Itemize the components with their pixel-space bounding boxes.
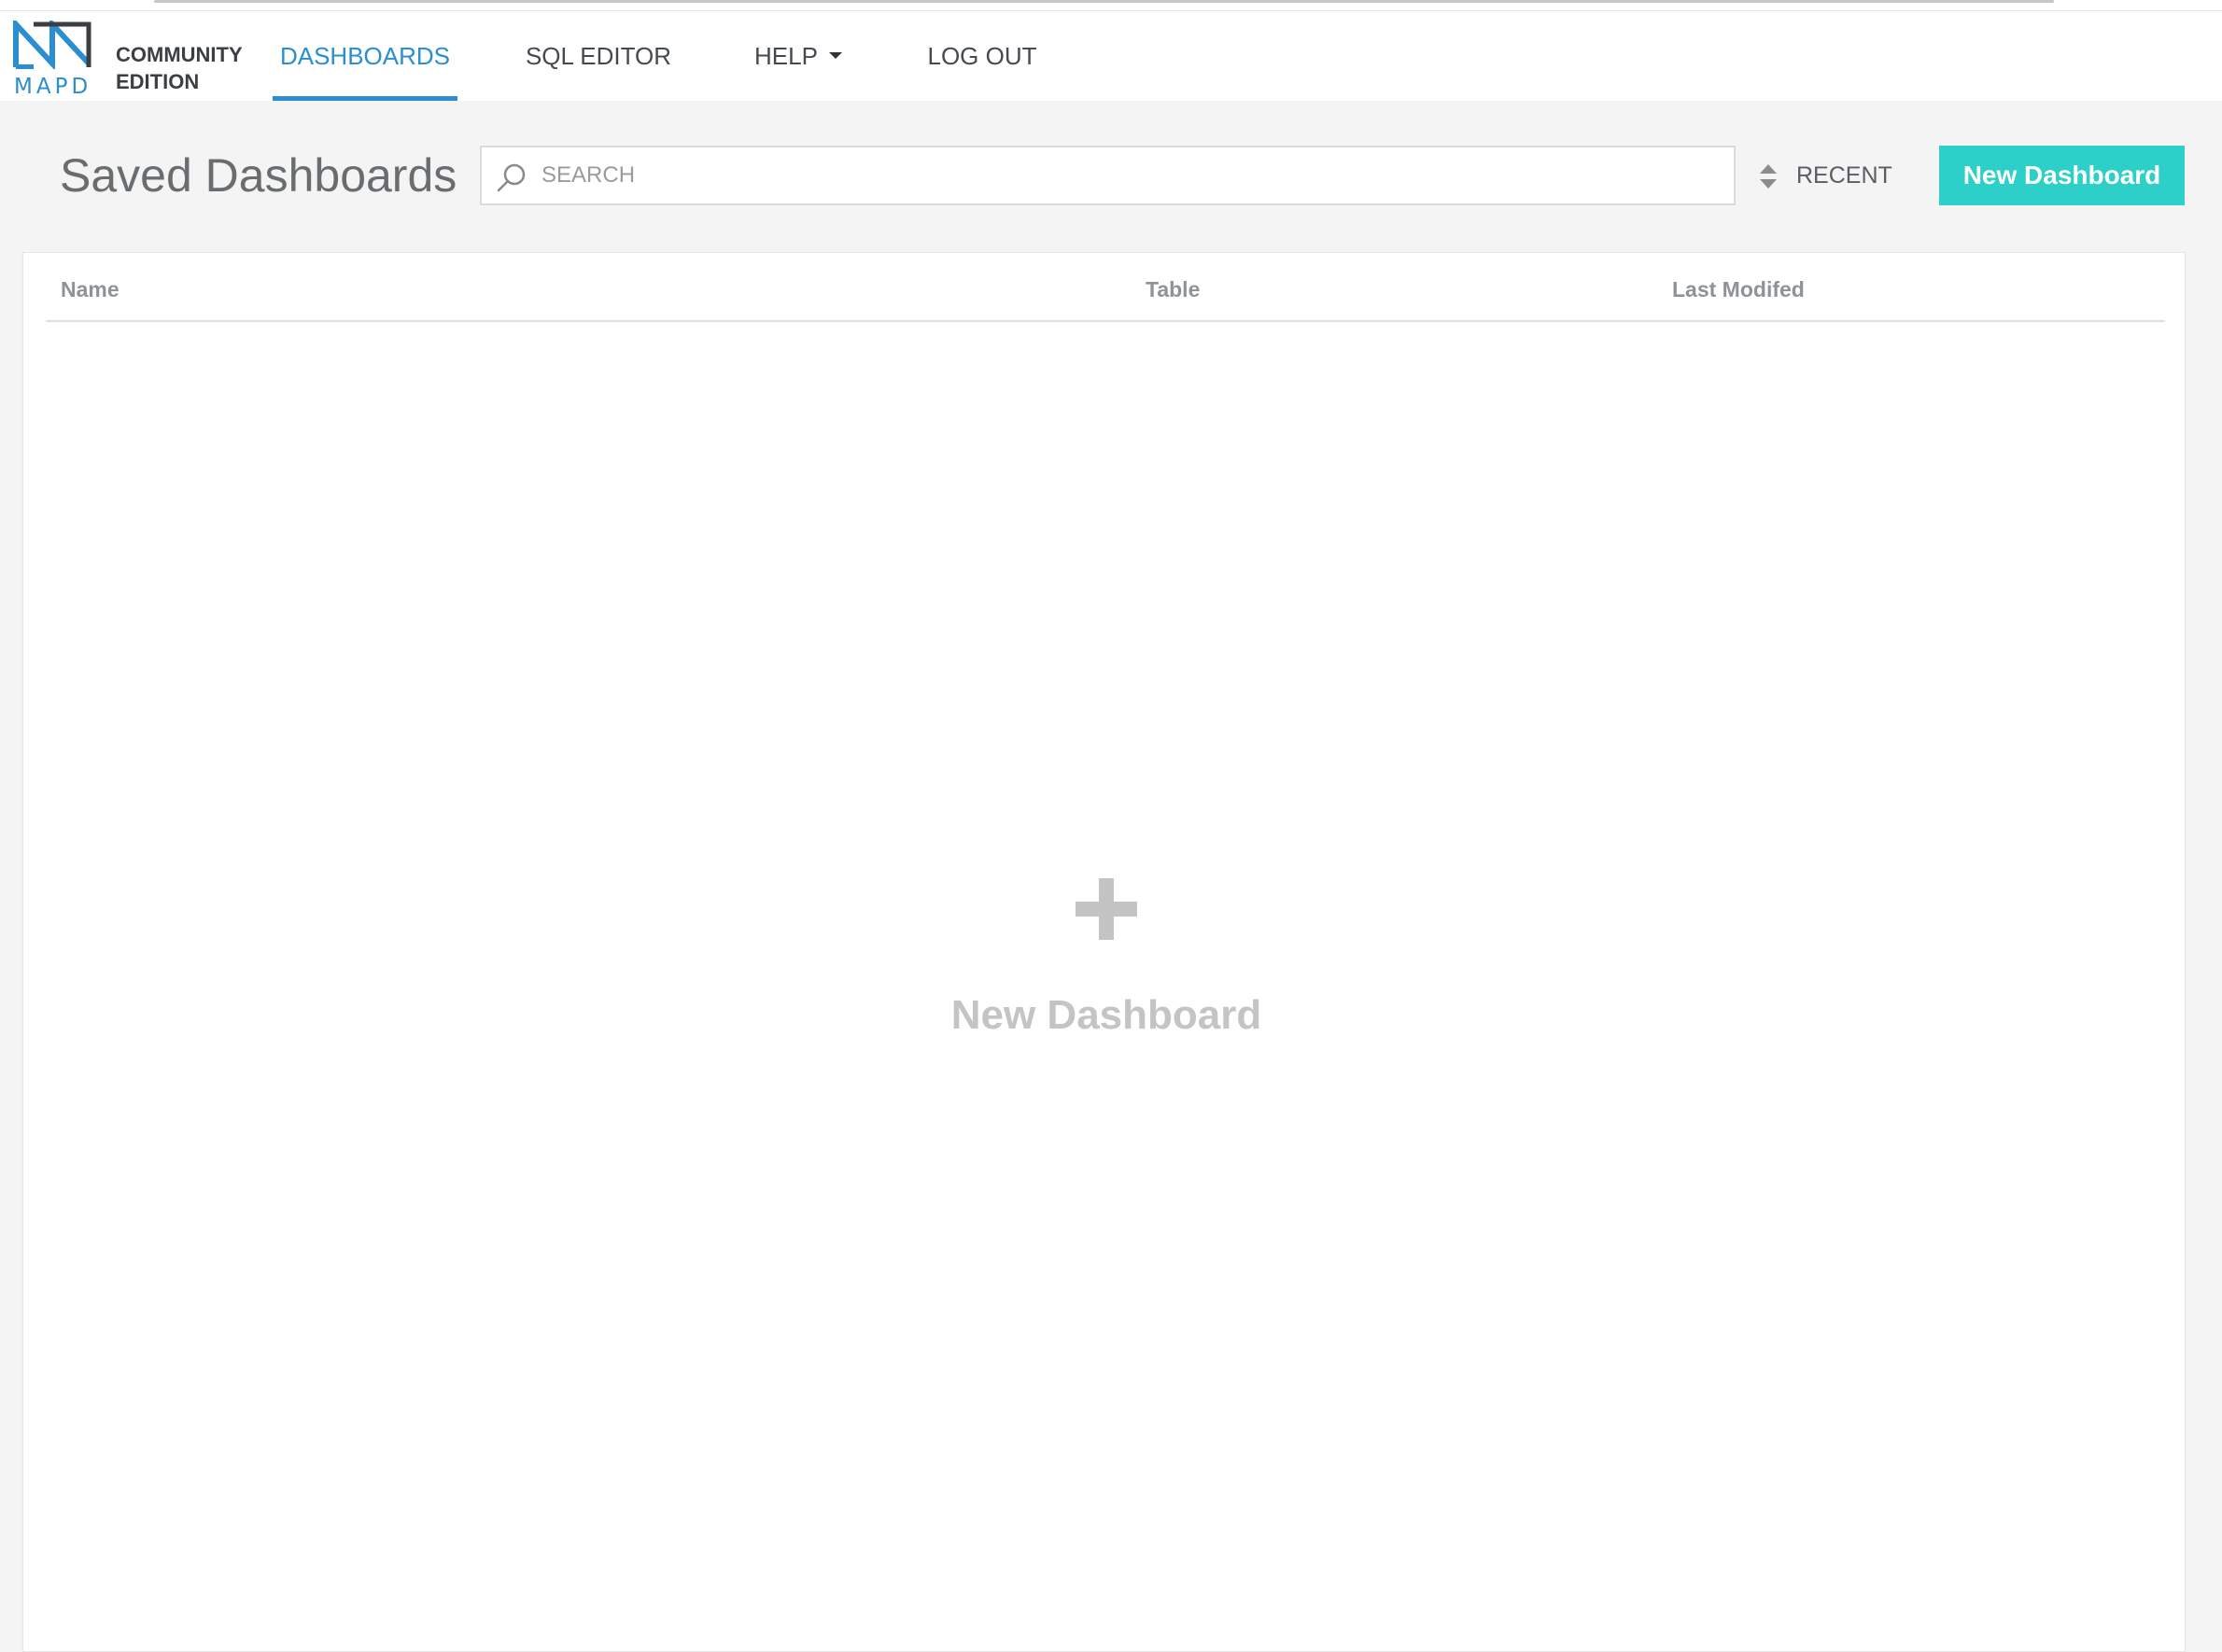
search-icon bbox=[497, 163, 526, 192]
sort-label: RECENT bbox=[1796, 162, 1892, 189]
nav-log-out-label: LOG OUT bbox=[927, 42, 1037, 70]
edition-line-1: COMMUNITY bbox=[116, 43, 243, 66]
plus-icon bbox=[1076, 878, 1137, 940]
caret-down-icon bbox=[828, 52, 842, 59]
top-strip bbox=[0, 0, 2222, 11]
nav-sql-editor[interactable]: SQL EDITOR bbox=[509, 11, 688, 101]
column-header-table[interactable]: Table bbox=[1146, 277, 1200, 302]
nav-help-label: HELP bbox=[754, 42, 818, 70]
edition-line-2: EDITION bbox=[116, 70, 200, 93]
search-input[interactable] bbox=[541, 155, 1709, 196]
table-header: Name Table Last Modifed bbox=[46, 253, 2165, 322]
search-box[interactable] bbox=[480, 146, 1736, 205]
top-navbar: MAPD COMMUNITY EDITION DASHBOARDS SQL ED… bbox=[0, 11, 2222, 101]
nav-help[interactable]: HELP bbox=[738, 11, 859, 101]
dashboards-table-panel: Name Table Last Modifed New Dashboard bbox=[22, 252, 2186, 1652]
sort-icon bbox=[1760, 164, 1777, 189]
mapd-logo[interactable]: MAPD bbox=[13, 21, 97, 101]
new-dashboard-button[interactable]: New Dashboard bbox=[1939, 146, 2185, 205]
nav-sql-editor-label: SQL EDITOR bbox=[525, 42, 672, 70]
nav-dashboards-label: DASHBOARDS bbox=[279, 42, 451, 70]
column-header-last-modified[interactable]: Last Modifed bbox=[1672, 277, 1805, 302]
page-title: Saved Dashboards bbox=[60, 149, 457, 202]
column-header-name[interactable]: Name bbox=[61, 277, 120, 302]
edition-label: COMMUNITY EDITION bbox=[116, 41, 243, 95]
nav-dashboards[interactable]: DASHBOARDS bbox=[273, 11, 457, 101]
empty-state-label: New Dashboard bbox=[950, 992, 1262, 1038]
mapd-logo-icon bbox=[13, 21, 91, 69]
logo-wordmark: MAPD bbox=[14, 75, 92, 99]
nav-log-out[interactable]: LOG OUT bbox=[917, 11, 1048, 101]
empty-state-new-dashboard[interactable]: New Dashboard bbox=[920, 878, 1293, 1084]
horizontal-scrollbar[interactable] bbox=[154, 0, 2054, 3]
